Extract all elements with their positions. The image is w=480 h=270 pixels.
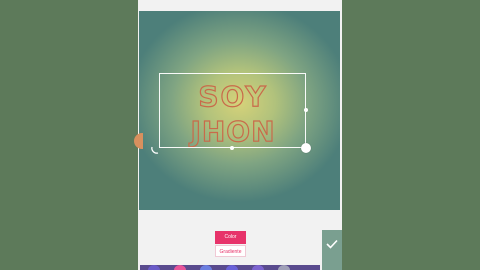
tab-color[interactable]: Color (215, 231, 246, 244)
color-swatch[interactable] (200, 265, 212, 270)
side-panel-tab[interactable] (134, 133, 143, 149)
color-swatch[interactable] (148, 265, 160, 270)
color-swatch[interactable] (252, 265, 264, 270)
bottom-toolbar: Color Gradiente (138, 212, 342, 270)
scale-handle[interactable] (301, 143, 311, 153)
color-palette (140, 265, 320, 270)
rotate-icon[interactable] (150, 145, 160, 155)
resize-handle-right[interactable] (304, 108, 308, 112)
confirm-button[interactable] (322, 230, 342, 270)
color-swatch[interactable] (174, 265, 186, 270)
tab-gradient[interactable]: Gradiente (215, 245, 246, 257)
color-swatch[interactable] (226, 265, 238, 270)
check-icon (326, 239, 338, 249)
selection-box[interactable] (159, 73, 306, 148)
left-letterbox (0, 0, 138, 270)
editor-canvas[interactable]: SOY JHON (139, 11, 340, 210)
color-swatch[interactable] (278, 265, 290, 270)
right-letterbox (342, 0, 480, 270)
resize-handle-bottom[interactable] (230, 146, 234, 150)
app-screen: SOY JHON Color Gradiente (138, 0, 342, 270)
